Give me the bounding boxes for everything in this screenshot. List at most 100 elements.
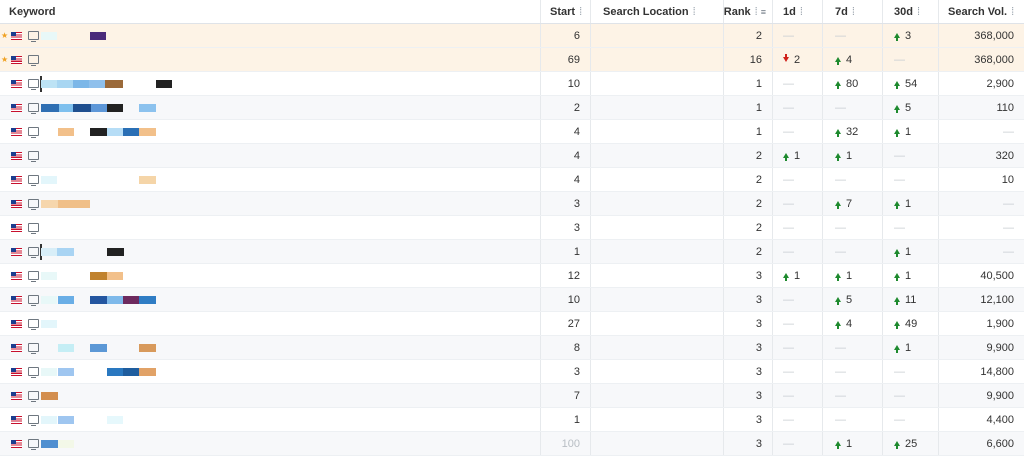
column-resize-handle[interactable]: ⁞ <box>917 6 920 18</box>
table-row[interactable]: 8 3 — — 1 9,900 <box>0 336 1024 360</box>
change-1d-cell: — <box>772 312 822 335</box>
redacted-keyword <box>39 72 229 95</box>
redaction-block <box>107 248 124 256</box>
keyword-cell[interactable] <box>0 264 226 287</box>
keyword-cell[interactable] <box>0 216 226 239</box>
rank-value: 2 <box>755 245 762 258</box>
keyword-cell[interactable] <box>0 384 226 407</box>
desktop-icon <box>28 415 39 426</box>
star-icon[interactable]: ★ <box>1 55 8 64</box>
change-value: 7 <box>846 197 853 210</box>
search-volume-cell: 2,900 <box>938 72 1024 95</box>
arrow-up-icon <box>835 81 841 89</box>
table-row[interactable]: 3 3 — — — 14,800 <box>0 360 1024 384</box>
column-resize-handle[interactable]: ⁞ <box>693 6 696 18</box>
table-row[interactable]: 3 2 — — — — <box>0 216 1024 240</box>
change-value: 3 <box>905 29 912 42</box>
keyword-cell[interactable] <box>0 240 226 263</box>
keyword-cell[interactable] <box>0 168 226 191</box>
desktop-icon <box>28 271 39 282</box>
change-1d-cell: — <box>772 336 822 359</box>
redaction-block <box>41 296 57 304</box>
redacted-keyword <box>39 24 229 47</box>
column-resize-handle[interactable]: ⁞ <box>1011 6 1014 18</box>
col-header-start[interactable]: Start ⁞ <box>540 0 590 23</box>
table-row[interactable]: 7 3 — — — 9,900 <box>0 384 1024 408</box>
rank-cell: 1 <box>723 72 772 95</box>
column-resize-handle[interactable]: ⁞ <box>800 6 803 18</box>
table-row[interactable]: 1 2 — — 1 — <box>0 240 1024 264</box>
redaction-block <box>41 440 58 448</box>
table-row[interactable]: ★ 69 16 2 4 — 368,000 <box>0 48 1024 72</box>
keyword-cell[interactable] <box>0 312 226 335</box>
redacted-keyword <box>39 432 229 455</box>
table-row[interactable]: ★ 6 2 — — 3 368,000 <box>0 24 1024 48</box>
change-1d-cell: — <box>772 432 822 455</box>
empty-value: — <box>835 365 846 378</box>
search-volume-value: 12,100 <box>980 293 1014 306</box>
empty-value: — <box>783 29 794 42</box>
redaction-block <box>139 104 156 112</box>
table-row[interactable]: 10 3 — 5 11 12,100 <box>0 288 1024 312</box>
start-value: 3 <box>573 365 580 378</box>
empty-value: — <box>894 53 905 66</box>
change-1d-cell: — <box>772 408 822 431</box>
keyword-cell[interactable] <box>0 144 226 167</box>
col-header-search-volume[interactable]: Search Vol. ⁞ <box>938 0 1024 23</box>
keyword-cell[interactable] <box>0 360 226 383</box>
table-row[interactable]: 4 2 — — — 10 <box>0 168 1024 192</box>
keyword-cell[interactable]: ★ <box>0 48 226 71</box>
empty-value: — <box>835 173 846 186</box>
column-resize-handle[interactable]: ⁞ <box>852 6 855 18</box>
desktop-icon <box>28 319 39 330</box>
empty-value: — <box>835 389 846 402</box>
keyword-cell[interactable]: ★ <box>0 24 226 47</box>
start-cell: 3 <box>540 360 590 383</box>
empty-value: — <box>894 389 905 402</box>
table-row[interactable]: 4 1 — 32 1 — <box>0 120 1024 144</box>
start-cell: 1 <box>540 408 590 431</box>
table-row[interactable]: 4 2 1 1 — 320 <box>0 144 1024 168</box>
keyword-cell[interactable] <box>0 432 226 455</box>
col-header-rank-label: Rank <box>723 5 751 18</box>
col-header-keyword[interactable]: Keyword <box>0 0 226 23</box>
rank-value: 1 <box>755 101 762 114</box>
column-resize-handle[interactable]: ⁞ <box>755 6 758 18</box>
star-icon[interactable]: ★ <box>1 31 8 40</box>
keyword-cell[interactable] <box>0 72 226 95</box>
redacted-keyword <box>39 384 229 407</box>
table-row[interactable]: 12 3 1 1 1 40,500 <box>0 264 1024 288</box>
keyword-cell[interactable] <box>0 96 226 119</box>
table-header: Keyword Start ⁞ Search Location ⁞ Rank ⁞ ≡ 1… <box>0 0 1024 24</box>
col-header-search-location[interactable]: Search Location ⁞ <box>590 0 723 23</box>
table-row[interactable]: 10 1 — 80 54 2,900 <box>0 72 1024 96</box>
keyword-cell[interactable] <box>0 192 226 215</box>
desktop-icon <box>28 223 39 234</box>
table-row[interactable]: 3 2 — 7 1 — <box>0 192 1024 216</box>
keyword-cell[interactable] <box>0 288 226 311</box>
sort-ascending-icon[interactable]: ≡ <box>761 7 766 17</box>
table-row[interactable]: 2 1 — — 5 110 <box>0 96 1024 120</box>
col-header-1d[interactable]: 1d ⁞ <box>772 0 822 23</box>
search-volume-value: 9,900 <box>986 389 1014 402</box>
redaction-block <box>41 392 58 400</box>
keyword-cell[interactable] <box>0 408 226 431</box>
table-row[interactable]: 100 3 — 1 25 6,600 <box>0 432 1024 456</box>
column-resize-handle[interactable]: ⁞ <box>579 6 582 18</box>
arrow-up-icon <box>894 297 900 305</box>
search-volume-cell: 110 <box>938 96 1024 119</box>
redaction-block <box>73 80 89 88</box>
change-30d-cell: — <box>882 384 938 407</box>
start-value: 3 <box>573 221 580 234</box>
keyword-cell[interactable] <box>0 120 226 143</box>
redacted-keyword <box>39 96 229 119</box>
table-row[interactable]: 1 3 — — — 4,400 <box>0 408 1024 432</box>
col-header-rank[interactable]: Rank ⁞ ≡ <box>723 0 772 23</box>
search-location-cell <box>590 24 723 47</box>
col-header-30d[interactable]: 30d ⁞ <box>882 0 938 23</box>
keyword-cell[interactable] <box>0 336 226 359</box>
redacted-keyword <box>39 240 229 263</box>
table-row[interactable]: 27 3 — 4 49 1,900 <box>0 312 1024 336</box>
change-30d-cell: 1 <box>882 192 938 215</box>
col-header-7d[interactable]: 7d ⁞ <box>822 0 882 23</box>
